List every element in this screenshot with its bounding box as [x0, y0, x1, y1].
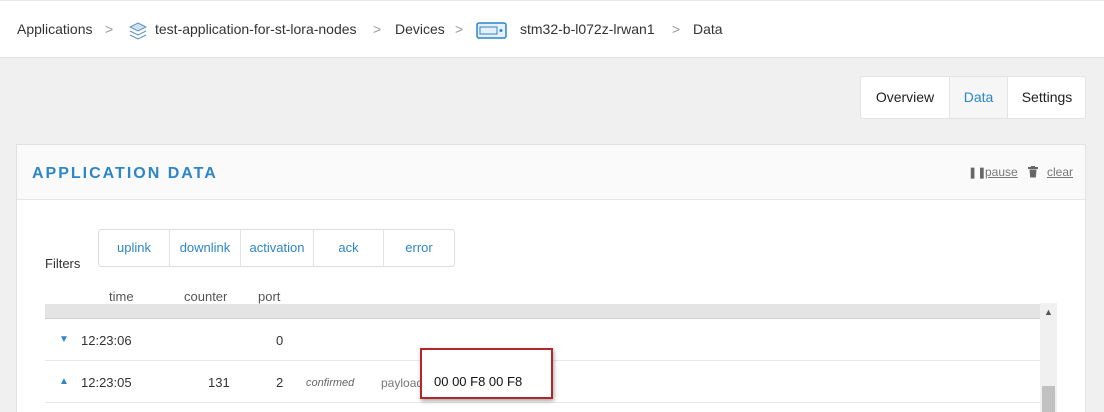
row-counter: 131: [208, 375, 230, 390]
application-stack-icon: [129, 22, 147, 40]
device-tabs: Overview Data Settings: [860, 76, 1086, 119]
caret-down-icon[interactable]: ▼: [59, 334, 69, 345]
column-header-time: time: [109, 289, 134, 304]
breadcrumb-current: Data: [693, 21, 723, 37]
panel-title: APPLICATION DATA: [32, 165, 218, 182]
table-scrollbar[interactable]: ▲: [1040, 303, 1057, 412]
breadcrumb-bar: Applications > test-application-for-st-l…: [0, 0, 1104, 58]
row-time: 12:23:05: [81, 375, 132, 390]
tab-settings[interactable]: Settings: [1008, 77, 1086, 118]
column-header-counter: counter: [184, 289, 228, 304]
breadcrumb-device[interactable]: stm32-b-l072z-lrwan1: [520, 21, 655, 37]
filter-ack[interactable]: ack: [314, 230, 384, 266]
row-confirmed-flag: confirmed: [306, 377, 355, 389]
clear-button[interactable]: clear: [1047, 165, 1073, 179]
row-port: 0: [276, 333, 284, 348]
breadcrumb-separator: >: [455, 21, 464, 37]
panel-header: APPLICATION DATA ❚❚ pause clear: [17, 145, 1085, 200]
tab-overview[interactable]: Overview: [861, 77, 949, 118]
tab-data[interactable]: Data: [949, 77, 1008, 118]
row-port: 2: [276, 375, 284, 390]
column-header-port: port: [258, 289, 281, 304]
breadcrumb-devices[interactable]: Devices: [395, 21, 445, 37]
caret-up-icon[interactable]: ▲: [59, 376, 69, 387]
pause-button[interactable]: pause: [985, 165, 1018, 179]
row-time: 12:23:06: [81, 333, 132, 348]
row-payload-value: 00 00 F8 00 F8: [434, 374, 523, 389]
breadcrumb-separator: >: [373, 21, 382, 37]
device-icon: [476, 22, 507, 39]
filter-activation[interactable]: activation: [241, 230, 314, 266]
breadcrumb-separator: >: [672, 21, 681, 37]
table-header-divider: [45, 304, 1057, 319]
filter-group: uplink downlink activation ack error: [98, 229, 455, 267]
breadcrumb-application[interactable]: test-application-for-st-lora-nodes: [155, 21, 357, 37]
trash-icon[interactable]: [1028, 166, 1038, 178]
breadcrumb-applications[interactable]: Applications: [17, 21, 93, 37]
pause-icon[interactable]: ❚❚: [968, 166, 986, 179]
filter-error[interactable]: error: [384, 230, 454, 266]
scroll-up-icon[interactable]: ▲: [1044, 307, 1053, 317]
filters-label: Filters: [45, 256, 81, 271]
filter-downlink[interactable]: downlink: [170, 230, 241, 266]
filter-uplink[interactable]: uplink: [99, 230, 170, 266]
breadcrumb-separator: >: [105, 21, 114, 37]
scrollbar-thumb[interactable]: [1042, 386, 1055, 412]
